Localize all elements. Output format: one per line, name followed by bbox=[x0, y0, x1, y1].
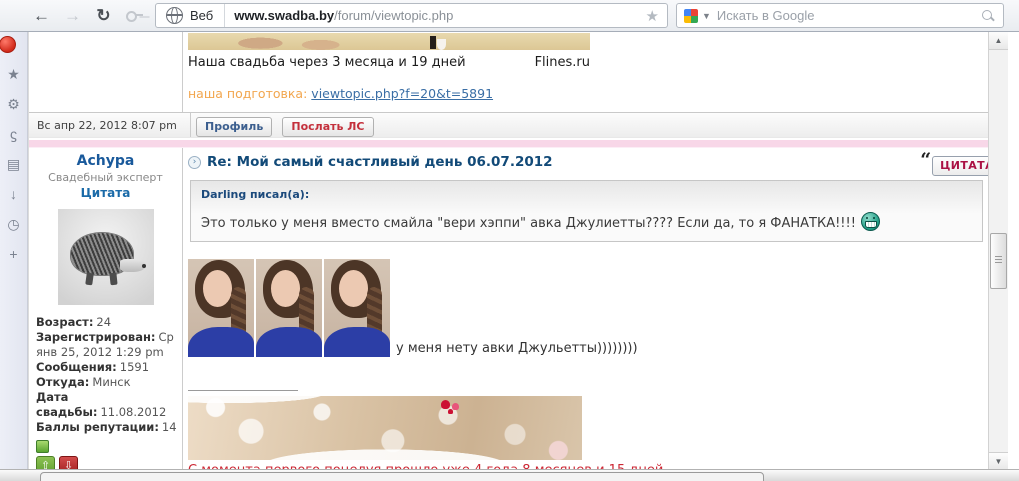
reply-text: у меня нету авки Джульетты)))))))) bbox=[396, 341, 638, 357]
bride-hairstyle-photo[interactable] bbox=[188, 259, 254, 357]
banner-caption: Наша свадьба через 3 месяца и 19 дней Fl… bbox=[188, 55, 590, 70]
send-pm-button[interactable]: Послать ЛС bbox=[282, 117, 373, 137]
detail-reputation: Баллы репутации:14 bbox=[36, 420, 179, 435]
bookmark-star-icon[interactable]: ★ bbox=[638, 7, 667, 25]
url-input[interactable]: www.swadba.by/forum/viewtopic.php bbox=[225, 8, 637, 23]
url-host: www.swadba.by bbox=[234, 8, 334, 23]
scrollbar-thumb[interactable] bbox=[990, 233, 1007, 289]
quote-body: Это только у меня вместо смайла "вери хэ… bbox=[201, 212, 972, 231]
main-post-row: Achypa Свадебный эксперт Цитата Возраст:… bbox=[29, 148, 988, 472]
web-mode-button[interactable]: Веб bbox=[156, 4, 225, 27]
browser-body: ★ ⚙ ϛ ▤ ↓ ◷ + Наша свадьба через 3 месяц… bbox=[0, 32, 1019, 481]
post-media-row: у меня нету авки Джульетты)))))))) bbox=[188, 259, 988, 357]
preparation-label: наша подготовка: bbox=[188, 86, 307, 101]
post-title[interactable]: Re: Мой самый счастливый день 06.07.2012 bbox=[207, 154, 553, 170]
search-box[interactable]: ▼ Искать в Google bbox=[676, 3, 1004, 28]
detail-wedding-date: Дата свадьбы:11.08.2012 bbox=[36, 390, 179, 420]
author-quote-link[interactable]: Цитата bbox=[29, 186, 182, 200]
globe-icon bbox=[166, 7, 183, 24]
hedgehog-face bbox=[120, 259, 146, 272]
reload-icon[interactable]: ↻ bbox=[88, 3, 119, 29]
bride-hairstyle-photo[interactable] bbox=[256, 259, 322, 357]
notes-icon[interactable]: ▤ bbox=[5, 155, 23, 173]
author-rank: Свадебный эксперт bbox=[29, 171, 182, 184]
address-bar[interactable]: Веб www.swadba.by/forum/viewtopic.php ★ bbox=[155, 3, 668, 28]
bookmarks-icon[interactable]: ★ bbox=[5, 65, 23, 83]
detail-messages: Сообщения:1591 bbox=[36, 360, 179, 375]
google-icon bbox=[684, 9, 698, 23]
previous-post-body-cell: Наша свадьба через 3 месяца и 19 дней Fl… bbox=[183, 32, 988, 112]
author-avatar bbox=[58, 209, 154, 305]
author-name[interactable]: Achypa bbox=[29, 153, 182, 169]
reputation-badge-icon bbox=[36, 440, 49, 453]
forward-icon[interactable]: → bbox=[57, 3, 88, 29]
quote-mark-icon: “ bbox=[920, 149, 931, 171]
profile-button[interactable]: Профиль bbox=[196, 117, 272, 137]
add-panel-plus-icon[interactable]: + bbox=[5, 245, 23, 263]
page-content: Наша свадьба через 3 месяца и 19 дней Fl… bbox=[28, 32, 988, 481]
web-mode-label: Веб bbox=[190, 8, 213, 23]
password-key-icon[interactable] bbox=[119, 3, 150, 29]
signature-divider bbox=[188, 390, 298, 391]
author-details: Возраст:24 Зарегистрирован:Ср янв 25, 20… bbox=[29, 305, 182, 435]
history-clock-icon[interactable]: ◷ bbox=[5, 215, 23, 233]
back-icon[interactable]: ← bbox=[26, 3, 57, 29]
downloads-icon[interactable]: ↓ bbox=[5, 185, 23, 203]
bride-hairstyle-photo[interactable] bbox=[324, 259, 390, 357]
url-path: /forum/viewtopic.php bbox=[334, 8, 453, 23]
quote-header: Darling писал(а): bbox=[201, 188, 972, 201]
browser-toolbar: ← → ↻ Веб www.swadba.by/forum/viewtopic.… bbox=[0, 0, 1019, 32]
quoted-message: Darling писал(а): Это только у меня вмес… bbox=[190, 180, 983, 242]
post-author-cell: Achypa Свадебный эксперт Цитата Возраст:… bbox=[29, 148, 183, 472]
scroll-up-icon[interactable]: ▲ bbox=[989, 32, 1008, 50]
vertical-scrollbar[interactable]: ▲ ▼ bbox=[988, 32, 1008, 481]
window-right-edge bbox=[1008, 32, 1019, 481]
banner-source-text: Flines.ru bbox=[535, 55, 590, 70]
browser-window: ← → ↻ Веб www.swadba.by/forum/viewtopic.… bbox=[0, 0, 1019, 481]
search-magnifier-icon[interactable] bbox=[981, 9, 995, 23]
scroll-down-icon[interactable]: ▼ bbox=[989, 452, 1008, 470]
bride-figure bbox=[437, 39, 446, 50]
grin-smiley-icon bbox=[861, 212, 880, 231]
banner-caption-text: Наша свадьба через 3 месяца и 19 дней bbox=[188, 55, 466, 70]
post-action-row: Вс апр 22, 2012 8:07 pm Профиль Послать … bbox=[29, 112, 988, 138]
status-popup-edge bbox=[40, 472, 764, 481]
detail-registered: Зарегистрирован:Ср янв 25, 2012 1:29 pm bbox=[36, 330, 179, 360]
preparation-link[interactable]: viewtopic.php?f=20&t=5891 bbox=[311, 86, 493, 101]
post-separator bbox=[29, 138, 988, 148]
wedding-countdown-banner-image bbox=[188, 33, 590, 50]
post-bullet-icon: › bbox=[188, 156, 201, 169]
post-action-buttons: Профиль Послать ЛС bbox=[191, 113, 988, 137]
detail-age: Возраст:24 bbox=[36, 315, 179, 330]
hedgehog-leg bbox=[109, 273, 117, 286]
hedgehog-leg bbox=[85, 273, 94, 286]
detail-location: Откуда:Минск bbox=[36, 375, 179, 390]
post-body-cell: › Re: Мой самый счастливый день 06.07.20… bbox=[183, 148, 988, 472]
quote-button-wrap: “ЦИТАТА bbox=[920, 152, 988, 176]
quote-button[interactable]: ЦИТАТА bbox=[932, 156, 988, 176]
groom-figure bbox=[430, 36, 436, 49]
post-date: Вс апр 22, 2012 8:07 pm bbox=[29, 113, 191, 137]
side-panel: ★ ⚙ ϛ ▤ ↓ ◷ + bbox=[0, 32, 28, 481]
search-input[interactable]: Искать в Google bbox=[717, 8, 981, 23]
search-engine-caret-icon[interactable]: ▼ bbox=[702, 11, 711, 21]
status-bar bbox=[0, 469, 1019, 481]
speed-dial-icon[interactable] bbox=[5, 35, 23, 53]
widgets-gear-icon[interactable]: ⚙ bbox=[5, 95, 23, 113]
unite-icon[interactable]: ϛ bbox=[5, 125, 23, 143]
previous-post-row: Наша свадьба через 3 месяца и 19 дней Fl… bbox=[29, 32, 988, 112]
post-title-row: › Re: Мой самый счастливый день 06.07.20… bbox=[188, 154, 988, 170]
butterfly-decoration bbox=[441, 400, 450, 409]
previous-post-user-cell bbox=[29, 32, 183, 112]
preparation-line: наша подготовка: viewtopic.php?f=20&t=58… bbox=[188, 86, 988, 101]
signature-banner-image bbox=[188, 396, 582, 460]
